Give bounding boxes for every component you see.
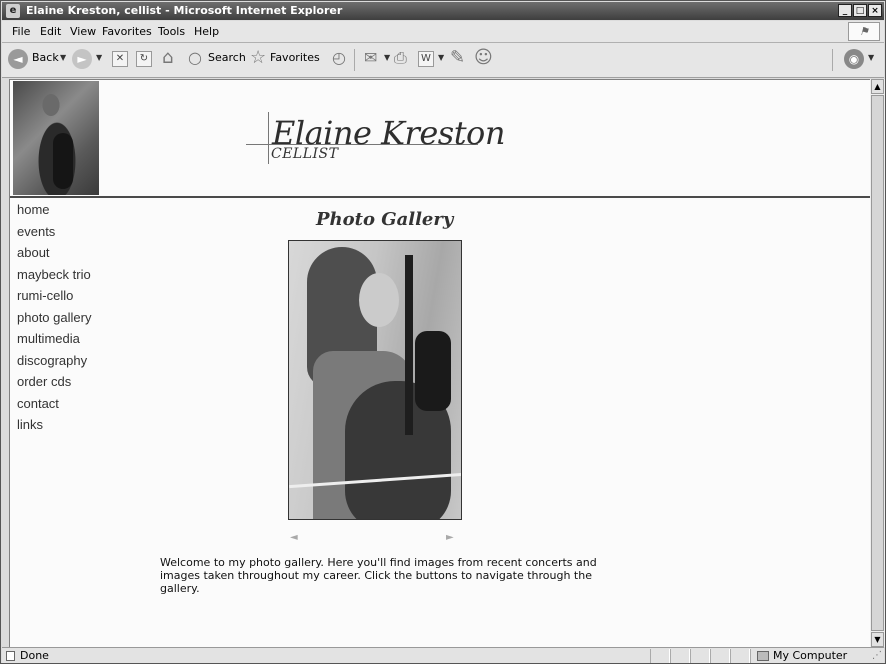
status-pane — [690, 649, 710, 663]
menu-favorites[interactable]: Favorites — [102, 25, 152, 38]
menu-tools[interactable]: Tools — [158, 25, 185, 38]
stop-icon[interactable]: ✕ — [112, 51, 128, 67]
toolbar-separator — [832, 49, 833, 71]
logo-rule — [268, 112, 269, 164]
browser-window: e Elaine Kreston, cellist - Microsoft In… — [0, 0, 886, 664]
security-zone: My Computer — [750, 649, 871, 663]
extra-dropdown-icon[interactable]: ▼ — [868, 53, 874, 62]
menu-edit[interactable]: Edit — [40, 25, 61, 38]
search-button[interactable]: Search — [208, 51, 246, 64]
favorites-button[interactable]: Favorites — [270, 51, 320, 64]
nav-contact[interactable]: contact — [17, 396, 91, 418]
nav-links[interactable]: links — [17, 417, 91, 439]
nav-events[interactable]: events — [17, 224, 91, 246]
status-pane — [650, 649, 670, 663]
back-button[interactable]: Back — [32, 51, 59, 64]
header-portrait-image — [13, 81, 99, 195]
history-icon[interactable]: ◴ — [332, 48, 346, 67]
scroll-up-icon[interactable]: ▲ — [871, 79, 884, 94]
previous-arrow-icon[interactable]: ◄ — [290, 532, 298, 543]
favorites-star-icon[interactable]: ☆ — [250, 47, 266, 68]
extra-tool-icon[interactable]: ◉ — [844, 49, 864, 69]
forward-dropdown-icon[interactable]: ▼ — [96, 53, 102, 62]
gallery-photo — [288, 240, 462, 520]
computer-icon — [757, 651, 769, 661]
sidebar-nav: home events about maybeck trio rumi-cell… — [17, 202, 91, 439]
messenger-icon[interactable]: ☺ — [474, 47, 493, 68]
menu-bar: File Edit View Favorites Tools Help ⚑ — [2, 21, 884, 43]
back-dropdown-icon[interactable]: ▼ — [60, 53, 66, 62]
toolbar: ◄ Back ▼ ► ▼ ✕ ↻ ⌂ ○ Search ☆ Favorites … — [2, 43, 884, 78]
gallery-title: Photo Gallery — [316, 209, 454, 230]
windows-flag-icon: ⚑ — [848, 22, 880, 41]
back-icon[interactable]: ◄ — [8, 49, 28, 69]
mail-icon[interactable]: ✉ — [364, 48, 377, 67]
page-done-icon — [6, 651, 15, 661]
nav-multimedia[interactable]: multimedia — [17, 331, 91, 353]
print-icon[interactable]: ⎙ — [394, 48, 407, 68]
minimize-button[interactable]: _ — [838, 4, 852, 17]
status-bar: Done My Computer ⋰ — [2, 647, 884, 663]
page-viewport: Elaine Kreston CELLIST home events about… — [9, 79, 870, 648]
title-bar: e Elaine Kreston, cellist - Microsoft In… — [2, 2, 884, 20]
next-arrow-icon[interactable]: ► — [446, 532, 454, 543]
nav-photo-gallery[interactable]: photo gallery — [17, 310, 91, 332]
edit-dropdown-icon[interactable]: ▼ — [438, 53, 444, 62]
nav-home[interactable]: home — [17, 202, 91, 224]
status-pane — [730, 649, 750, 663]
refresh-icon[interactable]: ↻ — [136, 51, 152, 67]
resize-grip-icon[interactable]: ⋰ — [872, 650, 882, 661]
site-subtitle: CELLIST — [271, 146, 339, 162]
close-button[interactable]: × — [868, 4, 882, 17]
nav-order-cds[interactable]: order cds — [17, 374, 91, 396]
search-icon[interactable]: ○ — [188, 48, 202, 67]
nav-rumi-cello[interactable]: rumi-cello — [17, 288, 91, 310]
menu-view[interactable]: View — [70, 25, 96, 38]
zone-text: My Computer — [773, 649, 848, 662]
status-text: Done — [20, 649, 49, 662]
vertical-scrollbar[interactable]: ▲ ▼ — [870, 79, 885, 647]
header-divider — [10, 196, 870, 198]
home-icon[interactable]: ⌂ — [162, 47, 173, 68]
nav-about[interactable]: about — [17, 245, 91, 267]
nav-discography[interactable]: discography — [17, 353, 91, 375]
scroll-thumb[interactable] — [871, 95, 884, 631]
menu-file[interactable]: File — [12, 25, 30, 38]
nav-maybeck-trio[interactable]: maybeck trio — [17, 267, 91, 289]
scroll-down-icon[interactable]: ▼ — [871, 632, 884, 647]
toolbar-separator — [354, 49, 355, 71]
forward-icon[interactable]: ► — [72, 49, 92, 69]
status-pane — [670, 649, 690, 663]
status-pane — [710, 649, 730, 663]
menu-help[interactable]: Help — [194, 25, 219, 38]
mail-dropdown-icon[interactable]: ▼ — [384, 53, 390, 62]
ie-logo-icon: e — [6, 4, 20, 18]
edit-word-icon[interactable]: W — [418, 51, 434, 67]
maximize-button[interactable]: □ — [853, 4, 867, 17]
discuss-icon[interactable]: ✎ — [450, 47, 465, 68]
window-title: Elaine Kreston, cellist - Microsoft Inte… — [26, 4, 343, 17]
gallery-welcome-text: Welcome to my photo gallery. Here you'll… — [160, 556, 597, 595]
